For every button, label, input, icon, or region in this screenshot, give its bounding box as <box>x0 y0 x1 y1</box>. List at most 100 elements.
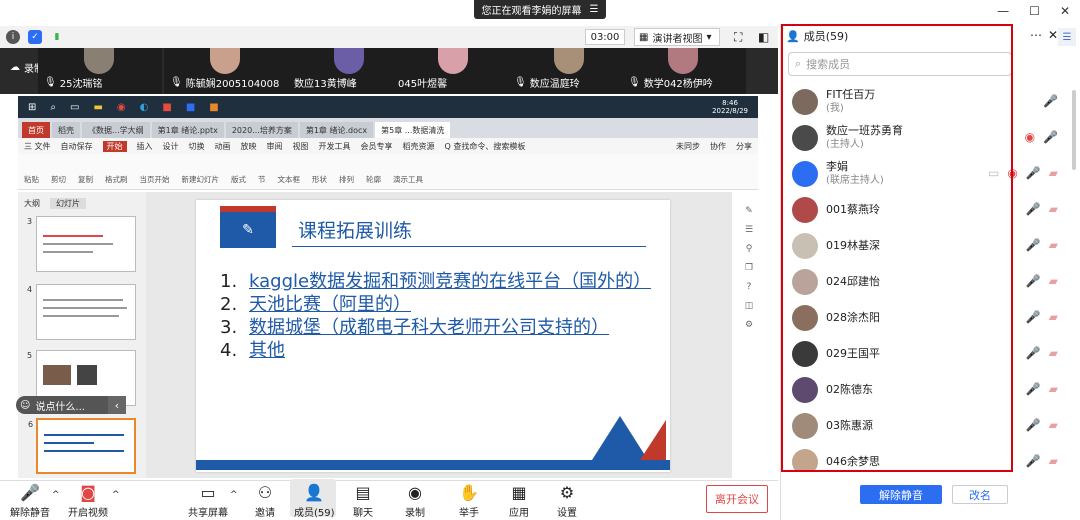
cam-off-icon[interactable]: ▰ <box>1049 274 1058 288</box>
record-button[interactable]: ◉ 录制 <box>404 482 426 520</box>
settings-slider-icon[interactable]: ☰ <box>745 225 753 235</box>
ribbon-textbox[interactable]: 文本框 <box>278 174 301 185</box>
more-icon[interactable]: ⋯ <box>1030 28 1042 42</box>
shield-icon[interactable]: ✓ <box>28 30 42 44</box>
unmute-button[interactable]: 🎤 解除静音 <box>10 482 50 520</box>
tab-slides[interactable]: 幻灯片 <box>50 198 86 209</box>
close-icon[interactable]: ✕ <box>1048 28 1058 42</box>
chevron-left-icon[interactable]: ‹ <box>108 396 126 414</box>
cam-off-icon[interactable]: ▰ <box>1049 166 1058 180</box>
member-row[interactable]: FIT任百万 (我) 🎤 <box>792 86 1074 118</box>
link-kaggle[interactable]: kaggle数据发掘和预测竞赛的在线平台（国外的） <box>249 270 660 293</box>
member-row[interactable]: 028涂杰阳 🎤 ▰ <box>792 302 1074 334</box>
tab-daoke[interactable]: 稻壳 <box>52 122 80 138</box>
mic-off-icon[interactable]: 🎤 <box>1043 94 1058 108</box>
member-row[interactable]: 046余梦思 🎤 ▰ <box>792 446 1074 470</box>
settings-button[interactable]: ⚙ 设置 <box>556 482 578 520</box>
members-button[interactable]: 👤 成员(59) <box>294 482 335 520</box>
copy-icon[interactable]: ❐ <box>745 263 753 273</box>
menu-file[interactable]: 三 文件 <box>24 141 51 152</box>
signal-icon[interactable]: ▮ <box>50 30 64 44</box>
cam-on-icon[interactable]: ◉ <box>1007 166 1017 180</box>
member-row[interactable]: 数应一班苏勇育 (主持人) ◉ 🎤 <box>792 122 1074 154</box>
member-row[interactable]: 03陈惠源 🎤 ▰ <box>792 410 1074 442</box>
ribbon-copy[interactable]: 复制 <box>78 174 93 185</box>
mic-off-icon[interactable]: 🎤 <box>1026 274 1041 288</box>
cam-on-icon[interactable]: ◉ <box>1025 130 1035 144</box>
ribbon-format-painter[interactable]: 格式刷 <box>105 174 128 185</box>
ribbon-outline[interactable]: 轮廓 <box>366 174 381 185</box>
tab-chapter5[interactable]: 第5章 ...数据清洗 <box>375 122 451 138</box>
member-row[interactable]: 001蔡燕玲 🎤 ▰ <box>792 194 1074 226</box>
member-row[interactable]: 024邱建怡 🎤 ▰ <box>792 266 1074 298</box>
minimize-button[interactable]: — <box>997 4 1009 18</box>
menu-slideshow[interactable]: 放映 <box>241 141 257 152</box>
mic-off-icon[interactable]: 🎤 <box>1043 130 1058 144</box>
link-tianchi[interactable]: 天池比赛（阿里的） <box>249 293 660 316</box>
mic-off-icon[interactable]: 🎤 <box>1026 454 1041 468</box>
command-search[interactable]: Q 查找命令、搜索模板 <box>445 141 526 152</box>
rename-button[interactable]: 改名 <box>952 485 1008 504</box>
panel-menu-icon[interactable]: ☰ <box>1058 28 1076 46</box>
invite-button[interactable]: ⚇ 邀请 <box>254 482 276 520</box>
menu-review[interactable]: 审阅 <box>267 141 283 152</box>
member-row[interactable]: 李娟 (联席主持人) ▭ ◉ 🎤 ▰ <box>792 158 1074 190</box>
tab-outline[interactable]: 大纲 <box>24 198 40 209</box>
slide-thumbnail-active[interactable]: 6 <box>28 418 136 474</box>
menu-devtools[interactable]: 开发工具 <box>319 141 351 152</box>
menu-icon[interactable]: ☰ <box>590 4 599 15</box>
fullscreen-icon[interactable]: ⛶ <box>734 30 742 45</box>
ribbon-paste[interactable]: 粘贴 <box>24 174 39 185</box>
maximize-button[interactable]: ☐ <box>1029 4 1040 18</box>
ribbon-arrange[interactable]: 排列 <box>339 174 354 185</box>
slide-thumbnail[interactable]: 4 <box>27 284 136 340</box>
brush-icon[interactable]: ✎ <box>745 206 753 216</box>
start-video-button[interactable]: ◙ 开启视频 <box>68 482 108 520</box>
tab-home[interactable]: 首页 <box>22 122 50 138</box>
menu-animation[interactable]: 动画 <box>215 141 231 152</box>
ribbon-shape[interactable]: 形状 <box>312 174 327 185</box>
layers-icon[interactable]: ◫ <box>745 301 754 311</box>
cam-off-icon[interactable]: ▰ <box>1049 418 1058 432</box>
slide-thumbnail[interactable]: 3 <box>27 216 136 272</box>
share-button[interactable]: 分享 <box>736 141 752 152</box>
menu-start[interactable]: 开始 <box>102 140 127 152</box>
view-mode-select[interactable]: ▦ 演讲者视图 ▾ <box>634 28 720 46</box>
menu-resources[interactable]: 稻壳资源 <box>403 141 435 152</box>
menu-design[interactable]: 设计 <box>163 141 179 152</box>
apps-button[interactable]: ▦ 应用 <box>508 482 530 520</box>
cam-off-icon[interactable]: ▰ <box>1049 310 1058 324</box>
menu-insert[interactable]: 插入 <box>137 141 153 152</box>
tab-chapter1-pptx[interactable]: 第1章 绪论.pptx <box>151 122 224 138</box>
mic-off-icon[interactable]: 🎤 <box>1026 202 1041 216</box>
video-tile[interactable]: 🎙 25沈瑞铭 <box>38 48 162 94</box>
raise-hand-button[interactable]: ✋ 举手 <box>458 482 480 520</box>
tab-chapter1-docx[interactable]: 第1章 绪论.docx <box>299 122 374 138</box>
mic-on-icon[interactable]: 🎤 <box>1026 166 1041 180</box>
close-button[interactable]: ✕ <box>1060 4 1070 18</box>
tab-syllabus[interactable]: 《数据...学大纲 <box>82 122 150 138</box>
layout-icon[interactable]: ◧ <box>758 30 769 44</box>
menu-view[interactable]: 视图 <box>293 141 309 152</box>
cam-off-icon[interactable]: ▰ <box>1049 382 1058 396</box>
video-tile[interactable]: 🎙 数应温庭玲 <box>508 48 632 94</box>
member-row[interactable]: 019林基深 🎤 ▰ <box>792 230 1074 262</box>
chat-button[interactable]: ▤ 聊天 <box>352 482 374 520</box>
menu-transition[interactable]: 切换 <box>189 141 205 152</box>
info-icon[interactable]: i <box>6 30 20 44</box>
pin-icon[interactable]: ⚲ <box>746 244 753 254</box>
ribbon-cut[interactable]: 剪切 <box>51 174 66 185</box>
cam-off-icon[interactable]: ▰ <box>1049 454 1058 468</box>
share-screen-button[interactable]: ▭ 共享屏幕 <box>188 482 228 520</box>
chevron-up-icon[interactable]: ^ <box>52 490 60 500</box>
chevron-up-icon[interactable]: ^ <box>112 490 120 500</box>
mic-off-icon[interactable]: 🎤 <box>1026 382 1041 396</box>
ribbon-presentation-tools[interactable]: 演示工具 <box>393 174 423 185</box>
video-tile[interactable]: 045叶煜馨 <box>392 48 516 94</box>
screen-icon[interactable]: ▭ <box>988 166 999 180</box>
chevron-up-icon[interactable]: ^ <box>230 490 238 500</box>
link-datacastle[interactable]: 数据城堡（成都电子科大老师开公司支持的） <box>249 316 660 339</box>
ribbon-new-slide[interactable]: 新建幻灯片 <box>182 174 220 185</box>
menu-autosave[interactable]: 自动保存 <box>61 141 93 152</box>
member-row[interactable]: 02陈德东 🎤 ▰ <box>792 374 1074 406</box>
